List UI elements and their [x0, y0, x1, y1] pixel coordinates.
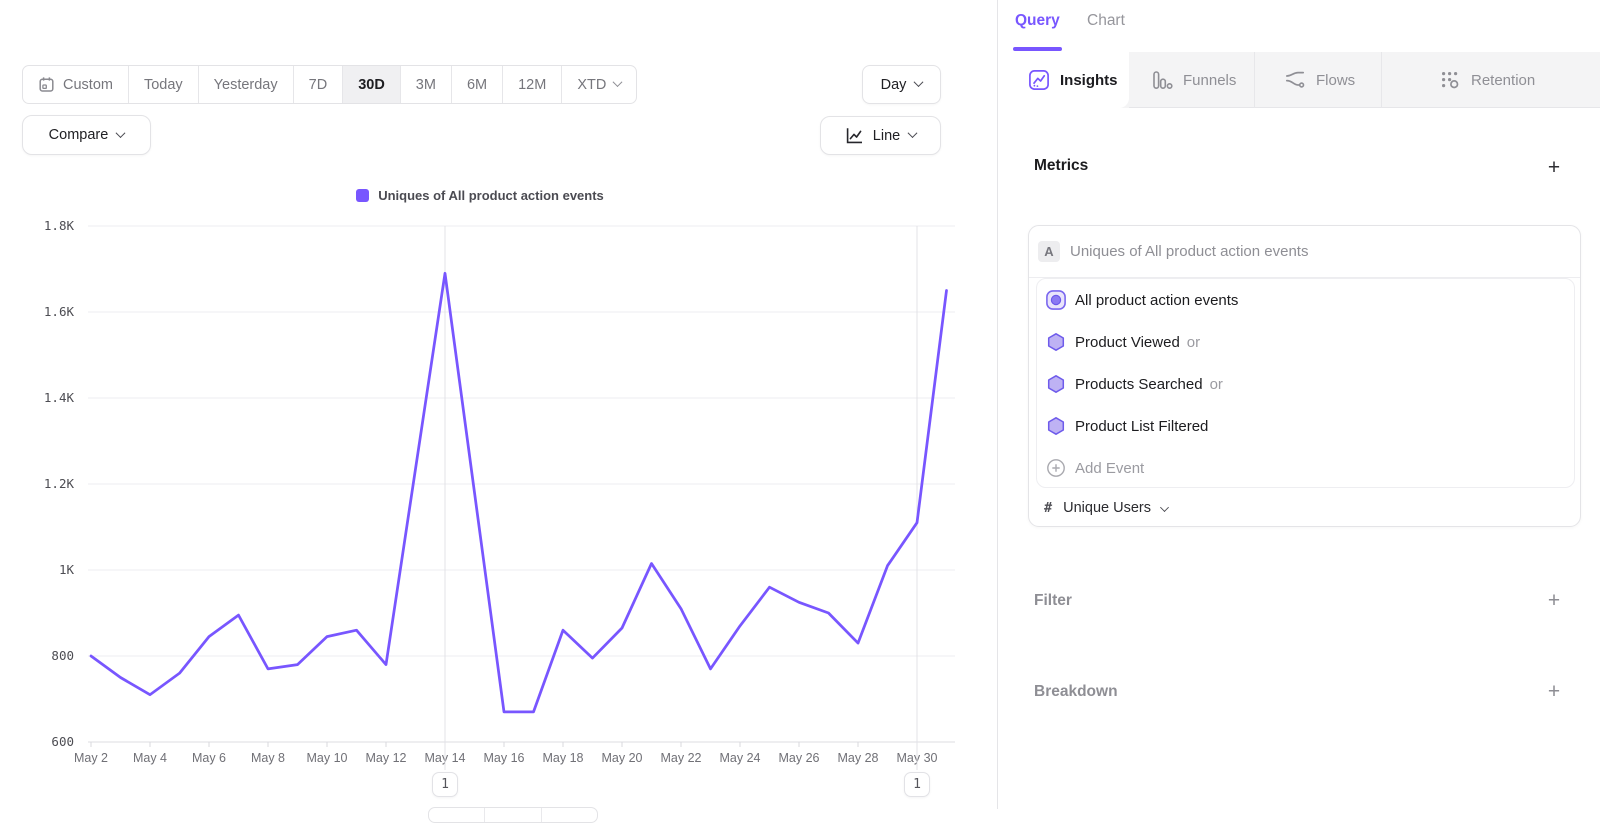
retention-icon: [1439, 69, 1461, 91]
report-tab-bar: Insights Funnels Flows: [998, 52, 1600, 108]
metric-letter-badge: A: [1038, 241, 1060, 262]
x-tick-label: May 18: [543, 751, 584, 765]
date-range-control: Custom Today Yesterday 7D 30D 3M 6M 12M …: [22, 65, 637, 104]
y-tick-label: 1.2K: [44, 476, 75, 491]
range-3m-button[interactable]: 3M: [400, 66, 451, 103]
y-tick-label: 800: [51, 648, 74, 663]
all-events-icon: [1045, 289, 1067, 311]
x-tick-label: May 10: [307, 751, 348, 765]
calendar-icon: [38, 76, 55, 93]
y-tick-label: 1.4K: [44, 390, 75, 405]
y-tick-label: 1.6K: [44, 304, 75, 319]
metrics-heading: Metrics: [1034, 157, 1088, 175]
tab-insights[interactable]: Insights: [998, 52, 1129, 108]
event-or-suffix: or: [1187, 334, 1200, 351]
series-line: [91, 273, 947, 712]
chart-type-dropdown[interactable]: Line: [820, 116, 941, 155]
line-chart-icon: [845, 126, 864, 145]
funnels-icon: [1151, 69, 1173, 91]
partial-bottom-control[interactable]: [428, 807, 598, 823]
legend-label[interactable]: Uniques of All product action events: [378, 188, 604, 203]
range-yesterday-button[interactable]: Yesterday: [198, 66, 293, 103]
legend-swatch[interactable]: [356, 189, 369, 202]
event-row-all-product-actions[interactable]: All product action events: [1037, 279, 1574, 321]
y-tick-label: 1K: [59, 562, 75, 577]
annotation-badge[interactable]: 1: [432, 772, 458, 797]
active-tab-underline: [1013, 47, 1062, 51]
range-label: Custom: [63, 77, 113, 93]
range-today-button[interactable]: Today: [128, 66, 198, 103]
add-breakdown-button[interactable]: +: [1543, 681, 1565, 703]
tab-flows[interactable]: Flows: [1254, 52, 1381, 108]
tab-funnels[interactable]: Funnels: [1129, 52, 1254, 108]
chart-legend: Uniques of All product action events: [0, 188, 960, 203]
granularity-dropdown[interactable]: Day: [862, 65, 941, 104]
chevron-down-icon: [914, 77, 924, 87]
event-list: All product action events Product Viewed…: [1036, 278, 1575, 488]
query-panel: Query Chart Insights Funnels: [997, 0, 1600, 809]
range-6m-button[interactable]: 6M: [451, 66, 502, 103]
event-hexagon-icon: [1045, 331, 1067, 353]
chevron-down-icon: [908, 128, 918, 138]
chevron-down-icon: [1160, 503, 1169, 512]
x-tick-label: May 22: [661, 751, 702, 765]
x-tick-label: May 8: [251, 751, 285, 765]
aggregation-selector[interactable]: # Unique Users: [1029, 488, 1580, 528]
range-7d-button[interactable]: 7D: [293, 66, 343, 103]
event-row-product-list-filtered[interactable]: Product List Filtered: [1037, 405, 1574, 447]
event-hexagon-icon: [1045, 373, 1067, 395]
add-event-button[interactable]: Add Event: [1037, 447, 1574, 488]
x-tick-label: May 26: [779, 751, 820, 765]
chevron-down-icon: [613, 77, 623, 87]
hash-icon: #: [1044, 500, 1052, 516]
x-tick-label: May 24: [720, 751, 761, 765]
add-circle-icon: [1045, 457, 1067, 479]
tab-retention[interactable]: Retention: [1381, 52, 1600, 108]
add-metric-button[interactable]: +: [1543, 157, 1565, 179]
breakdown-heading: Breakdown: [1034, 683, 1118, 701]
filter-heading: Filter: [1034, 592, 1072, 610]
event-or-suffix: or: [1210, 376, 1223, 393]
x-tick-label: May 20: [602, 751, 643, 765]
insights-icon: [1028, 69, 1050, 91]
metric-summary-label: Uniques of All product action events: [1070, 243, 1308, 260]
x-tick-label: May 4: [133, 751, 167, 765]
chart-panel: 600 800 1K 1.2K 1.4K 1.6K 1.8K May 2 May 4 May 6 M…: [0, 0, 997, 809]
metric-summary-row[interactable]: A Uniques of All product action events: [1029, 226, 1580, 278]
compare-dropdown[interactable]: Compare: [22, 115, 151, 155]
range-30d-button[interactable]: 30D: [342, 66, 400, 103]
x-tick-label: May 2: [74, 751, 108, 765]
y-tick-label: 1.8K: [44, 218, 75, 233]
flows-icon: [1284, 69, 1306, 91]
event-row-products-searched[interactable]: Products Searched or: [1037, 363, 1574, 405]
event-hexagon-icon: [1045, 415, 1067, 437]
range-xtd-button[interactable]: XTD: [561, 66, 636, 103]
x-tick-label: May 16: [484, 751, 525, 765]
tab-chart[interactable]: Chart: [1087, 12, 1125, 30]
annotation-badge[interactable]: 1: [904, 772, 930, 797]
add-filter-button[interactable]: +: [1543, 590, 1565, 612]
event-row-product-viewed[interactable]: Product Viewed or: [1037, 321, 1574, 363]
range-12m-button[interactable]: 12M: [502, 66, 561, 103]
x-tick-label: May 28: [838, 751, 879, 765]
tab-query[interactable]: Query: [1015, 12, 1060, 30]
x-tick-label: May 12: [366, 751, 407, 765]
range-custom-button[interactable]: Custom: [23, 66, 128, 103]
chevron-down-icon: [116, 128, 126, 138]
metric-card: A Uniques of All product action events A…: [1028, 225, 1581, 527]
y-tick-label: 600: [51, 734, 74, 749]
x-tick-label: May 6: [192, 751, 226, 765]
